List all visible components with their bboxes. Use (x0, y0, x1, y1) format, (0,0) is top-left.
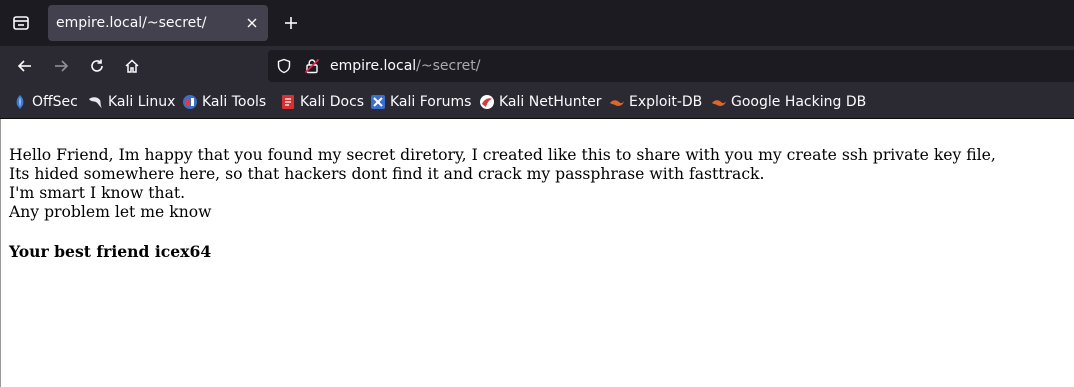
close-icon (247, 18, 257, 28)
page-content: Hello Friend, Im happy that you found my… (0, 119, 1074, 387)
message-line: Its hided somewhere here, so that hacker… (9, 165, 765, 183)
insecure-lock-icon (304, 58, 320, 74)
bookmark-label: OffSec (32, 94, 78, 110)
bookmark-kali-forums[interactable]: Kali Forums (370, 93, 471, 111)
kali-docs-icon (280, 94, 296, 110)
message-body: Hello Friend, Im happy that you found my… (9, 146, 996, 222)
bookmark-kali-linux[interactable]: Kali Linux (88, 93, 175, 111)
bookmark-label: Kali Linux (108, 94, 176, 110)
bookmark-label: Exploit-DB (629, 94, 703, 110)
site-info-button[interactable] (303, 57, 321, 75)
tracking-protection-button[interactable] (275, 57, 293, 75)
kali-forums-icon (370, 94, 386, 110)
back-button[interactable] (13, 54, 37, 78)
bookmark-google-hacking-db[interactable]: Google Hacking DB (711, 93, 866, 111)
reload-icon (91, 59, 103, 72)
message-line: Any problem let me know (9, 203, 212, 221)
url-text[interactable]: empire.local/~secret/ (330, 57, 481, 75)
bookmark-label: Kali NetHunter (499, 94, 602, 110)
message-line: I'm smart I know that. (9, 184, 186, 202)
bookmark-kali-tools[interactable]: Kali Tools (182, 93, 266, 111)
shield-icon (277, 58, 291, 74)
bookmark-label: Kali Tools (202, 94, 267, 110)
bookmark-exploit-db[interactable]: Exploit-DB (609, 93, 702, 111)
kali-dragon-icon (88, 94, 104, 110)
home-button[interactable] (120, 54, 144, 78)
bookmarks-toolbar: OffSec Kali Linux Kali Tools Kali Docs K… (0, 86, 1074, 119)
tab-close-button[interactable] (243, 14, 261, 32)
tab-strip: empire.local/~secret/ (0, 0, 1074, 46)
tab-list-icon (13, 16, 29, 30)
bookmark-label: Kali Forums (390, 94, 472, 110)
kali-tools-icon (182, 94, 198, 110)
bookmark-offsec[interactable]: OffSec (12, 93, 78, 111)
home-icon (125, 59, 139, 73)
url-host: empire.local (330, 58, 417, 74)
exploit-db-icon (609, 94, 625, 110)
plus-icon (285, 17, 297, 29)
url-bar[interactable]: empire.local/~secret/ (268, 50, 1074, 82)
navigation-toolbar: empire.local/~secret/ (0, 46, 1074, 86)
arrow-right-icon (55, 60, 69, 72)
offsec-icon (12, 94, 28, 110)
message-line: Hello Friend, Im happy that you found my… (9, 146, 996, 164)
forward-button[interactable] (49, 54, 73, 78)
signature: Your best friend icex64 (9, 242, 212, 261)
bookmark-label: Google Hacking DB (731, 94, 867, 110)
tab-title: empire.local/~secret/ (56, 15, 207, 31)
tab-list-button[interactable] (6, 9, 36, 37)
kali-nethunter-icon (479, 94, 495, 110)
ghdb-icon (711, 94, 727, 110)
bookmark-kali-docs[interactable]: Kali Docs (280, 93, 364, 111)
browser-window: empire.local/~secret/ empire.local/~secr… (0, 0, 1074, 387)
arrow-left-icon (17, 60, 31, 72)
new-tab-button[interactable] (279, 11, 303, 35)
bookmark-kali-nethunter[interactable]: Kali NetHunter (479, 93, 601, 111)
url-path: /~secret/ (416, 58, 481, 74)
bookmark-label: Kali Docs (300, 94, 365, 110)
tab-active[interactable]: empire.local/~secret/ (48, 5, 268, 41)
reload-button[interactable] (85, 54, 109, 78)
